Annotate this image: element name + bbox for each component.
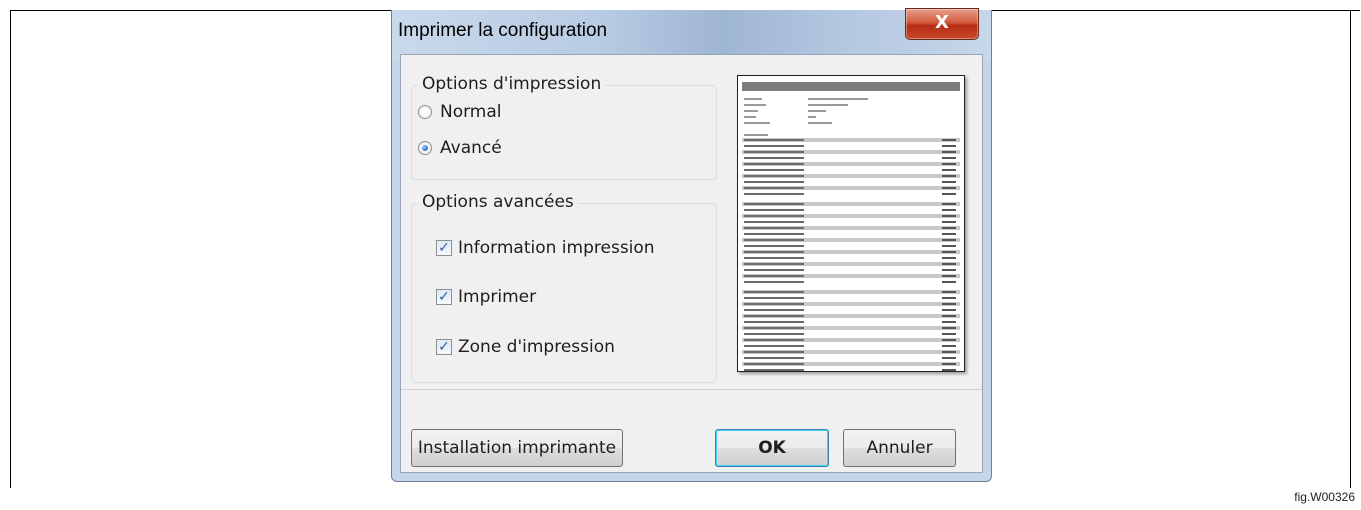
cancel-button[interactable]: Annuler — [843, 429, 956, 467]
radio-advanced-label: Avancé — [440, 138, 502, 158]
radio-normal-circle[interactable] — [418, 105, 432, 119]
advanced-options-group: Options avancées ✓ Information impressio… — [411, 192, 717, 383]
figure-frame-right — [1350, 10, 1351, 488]
ok-button[interactable]: OK — [715, 429, 829, 467]
printer-setup-button[interactable]: Installation imprimante — [411, 429, 623, 467]
check-print-info-box[interactable]: ✓ — [436, 240, 452, 256]
close-button[interactable]: X — [905, 8, 979, 40]
radio-normal[interactable]: Normal — [418, 102, 502, 122]
print-options-legend: Options d'impression — [418, 74, 606, 94]
radio-normal-label: Normal — [440, 102, 502, 122]
preview-page-graphic — [742, 82, 960, 371]
check-print-label: Imprimer — [458, 287, 537, 307]
title-bar[interactable]: Imprimer la configuration X — [392, 8, 991, 54]
check-print-box[interactable]: ✓ — [436, 289, 452, 305]
print-config-dialog: Imprimer la configuration X Options d'im… — [391, 8, 992, 482]
check-print-zone-label: Zone d'impression — [458, 337, 615, 357]
dialog-title: Imprimer la configuration — [398, 20, 608, 41]
check-print-zone-box[interactable]: ✓ — [436, 339, 452, 355]
check-print[interactable]: ✓ Imprimer — [436, 287, 536, 307]
advanced-options-legend: Options avancées — [418, 192, 578, 212]
print-preview-thumbnail — [737, 75, 965, 372]
close-icon: X — [935, 12, 949, 33]
print-options-group: Options d'impression Normal Avancé — [411, 74, 717, 180]
check-print-info-label: Information impression — [458, 238, 655, 258]
radio-advanced[interactable]: Avancé — [418, 138, 502, 158]
check-print-zone[interactable]: ✓ Zone d'impression — [436, 337, 615, 357]
check-print-info[interactable]: ✓ Information impression — [436, 238, 655, 258]
button-separator — [401, 389, 982, 390]
dialog-client: Options d'impression Normal Avancé Optio… — [400, 54, 983, 473]
radio-advanced-circle[interactable] — [418, 141, 432, 155]
figure-label: fig.W00326 — [1294, 490, 1355, 504]
